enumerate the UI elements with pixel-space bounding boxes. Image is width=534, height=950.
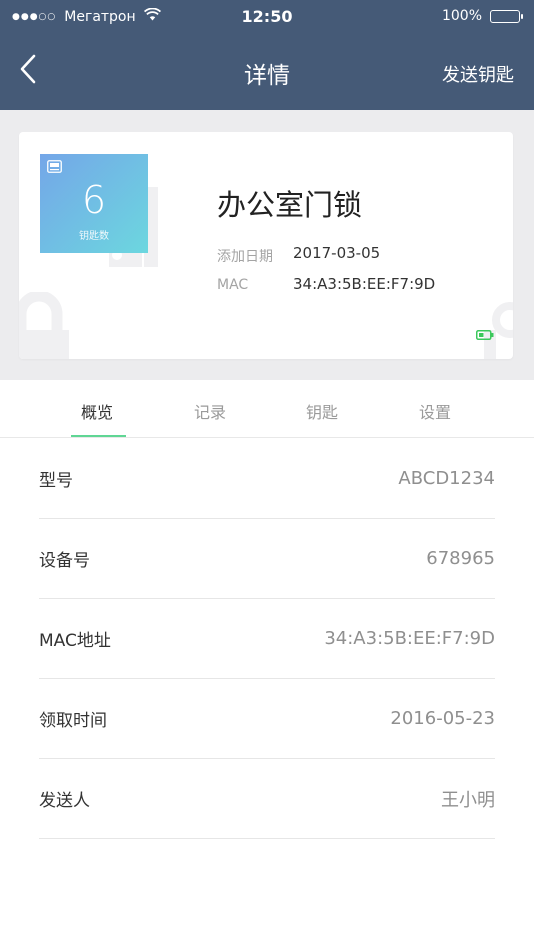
detail-row-model: 型号 ABCD1234 <box>39 439 495 519</box>
added-date-label: 添加日期 <box>217 249 273 265</box>
tab-settings[interactable]: 设置 <box>395 399 475 423</box>
battery-icon <box>490 9 523 23</box>
lock-card[interactable]: 6 钥匙数 办公室门锁 添加日期 2017-03-05 MAC 34:A3:5B… <box>19 132 513 359</box>
tab-keys[interactable]: 钥匙 <box>282 399 362 423</box>
detail-row-device-number: 设备号 678965 <box>39 519 495 599</box>
mac-value: 34:A3:5B:EE:F7:9D <box>293 275 436 293</box>
key-count-label: 钥匙数 <box>79 231 109 242</box>
lock-decoration-icon <box>19 292 69 359</box>
detail-label: 型号 <box>39 471 73 491</box>
status-right: 100% <box>441 8 523 24</box>
detail-list: 型号 ABCD1234 设备号 678965 MAC地址 34:A3:5B:EE… <box>39 439 495 839</box>
detail-label: 领取时间 <box>39 711 107 731</box>
lock-name: 办公室门锁 <box>217 188 363 222</box>
key-count-tile: 6 钥匙数 <box>40 154 148 253</box>
battery-level-icon <box>476 330 494 340</box>
tab-overview[interactable]: 概览 <box>57 399 137 423</box>
detail-row-mac-address: MAC地址 34:A3:5B:EE:F7:9D <box>39 599 495 679</box>
detail-label: MAC地址 <box>39 631 111 651</box>
battery-percent: 100% <box>441 8 482 24</box>
detail-row-sender: 发送人 王小明 <box>39 759 495 839</box>
detail-label: 发送人 <box>39 791 90 811</box>
added-date-value: 2017-03-05 <box>293 244 381 262</box>
header: ●●●○○ Мегатрон 12:50 100% 详情 发送钥匙 <box>0 0 534 110</box>
active-tab-indicator <box>71 435 126 437</box>
card-icon <box>47 160 62 173</box>
status-bar: ●●●○○ Мегатрон 12:50 100% <box>0 0 534 34</box>
mac-label: MAC <box>217 277 249 293</box>
send-key-button[interactable]: 发送钥匙 <box>442 61 514 87</box>
tab-bar: 概览 记录 钥匙 设置 <box>0 380 534 438</box>
detail-label: 设备号 <box>39 551 90 571</box>
tab-records[interactable]: 记录 <box>170 399 250 423</box>
lock-card-area: 6 钥匙数 办公室门锁 添加日期 2017-03-05 MAC 34:A3:5B… <box>0 110 534 380</box>
detail-value: 王小明 <box>441 789 495 811</box>
detail-value: ABCD1234 <box>398 468 495 489</box>
detail-value: 34:A3:5B:EE:F7:9D <box>324 628 495 649</box>
key-count-value: 6 <box>81 178 107 222</box>
detail-row-received-time: 领取时间 2016-05-23 <box>39 679 495 759</box>
detail-value: 2016-05-23 <box>390 708 495 729</box>
detail-value: 678965 <box>426 548 495 569</box>
